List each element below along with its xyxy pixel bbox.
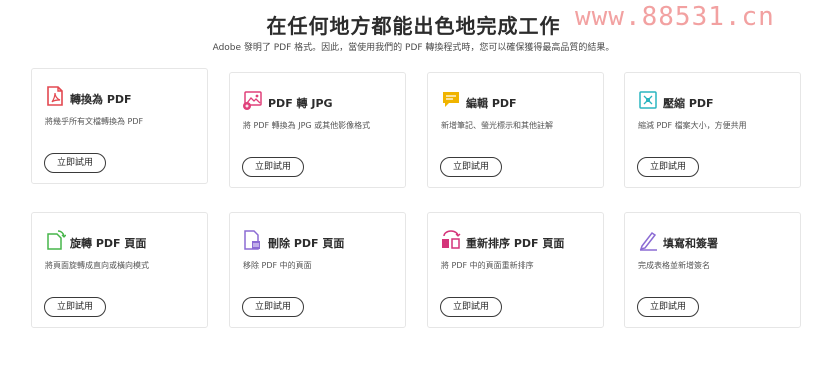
sign-pen-icon	[637, 229, 659, 251]
try-now-button[interactable]: 立即試用	[242, 157, 304, 177]
tool-description: 將幾乎所有文檔轉換為 PDF	[45, 117, 144, 126]
tool-description: 完成表格並新增簽名	[638, 261, 710, 270]
tool-card-pdf-to-jpg: PDF 轉 JPG 將 PDF 轉換為 JPG 或其他影像格式 立即試用	[229, 72, 406, 188]
acrobat-pdf-icon	[44, 85, 66, 107]
comment-edit-icon	[440, 89, 462, 111]
tool-card-reorder-pages: 重新排序 PDF 頁面 將 PDF 中的頁面重新排序 立即試用	[427, 212, 604, 328]
tool-card-fill-and-sign: 填寫和簽署 完成表格並新增簽名 立即試用	[624, 212, 801, 328]
tool-description: 縮減 PDF 檔案大小，方便共用	[638, 121, 747, 130]
tool-card-edit-pdf: 編輯 PDF 新增筆記、螢光標示和其他註解 立即試用	[427, 72, 604, 188]
try-now-button[interactable]: 立即試用	[637, 157, 699, 177]
try-now-button[interactable]: 立即試用	[440, 157, 502, 177]
try-now-button[interactable]: 立即試用	[242, 297, 304, 317]
rotate-page-icon	[44, 229, 66, 251]
tool-card-compress-pdf: 壓縮 PDF 縮減 PDF 檔案大小，方便共用 立即試用	[624, 72, 801, 188]
tool-title: 壓縮 PDF	[663, 97, 714, 110]
try-now-button[interactable]: 立即試用	[44, 153, 106, 173]
reorder-pages-icon	[440, 229, 462, 251]
tool-title: PDF 轉 JPG	[268, 97, 333, 110]
tool-description: 將 PDF 轉換為 JPG 或其他影像格式	[243, 121, 371, 130]
page-subtitle: Adobe 發明了 PDF 格式。因此，當使用我們的 PDF 轉換程式時，您可以…	[212, 43, 615, 53]
tool-description: 將頁面旋轉成直向或橫向模式	[45, 261, 149, 270]
delete-page-icon	[242, 229, 264, 251]
tool-card-delete-pages: 刪除 PDF 頁面 移除 PDF 中的頁面 立即試用	[229, 212, 406, 328]
tool-title: 轉換為 PDF	[70, 93, 132, 106]
tool-title: 旋轉 PDF 頁面	[70, 237, 147, 250]
try-now-button[interactable]: 立即試用	[637, 297, 699, 317]
tool-description: 新增筆記、螢光標示和其他註解	[441, 121, 553, 130]
tool-title: 刪除 PDF 頁面	[268, 237, 345, 250]
image-convert-icon	[242, 89, 264, 111]
tool-title: 填寫和簽署	[663, 237, 718, 250]
compress-icon	[637, 89, 659, 111]
try-now-button[interactable]: 立即試用	[440, 297, 502, 317]
tool-title: 重新排序 PDF 頁面	[466, 237, 565, 250]
try-now-button[interactable]: 立即試用	[44, 297, 106, 317]
tool-description: 移除 PDF 中的頁面	[243, 261, 312, 270]
watermark: www.88531.cn	[575, 2, 775, 32]
tool-description: 將 PDF 中的頁面重新排序	[441, 261, 534, 270]
tool-card-convert-to-pdf: 轉換為 PDF 將幾乎所有文檔轉換為 PDF 立即試用	[31, 68, 208, 184]
tool-card-rotate-pdf: 旋轉 PDF 頁面 將頁面旋轉成直向或橫向模式 立即試用	[31, 212, 208, 328]
tool-title: 編輯 PDF	[466, 97, 517, 110]
